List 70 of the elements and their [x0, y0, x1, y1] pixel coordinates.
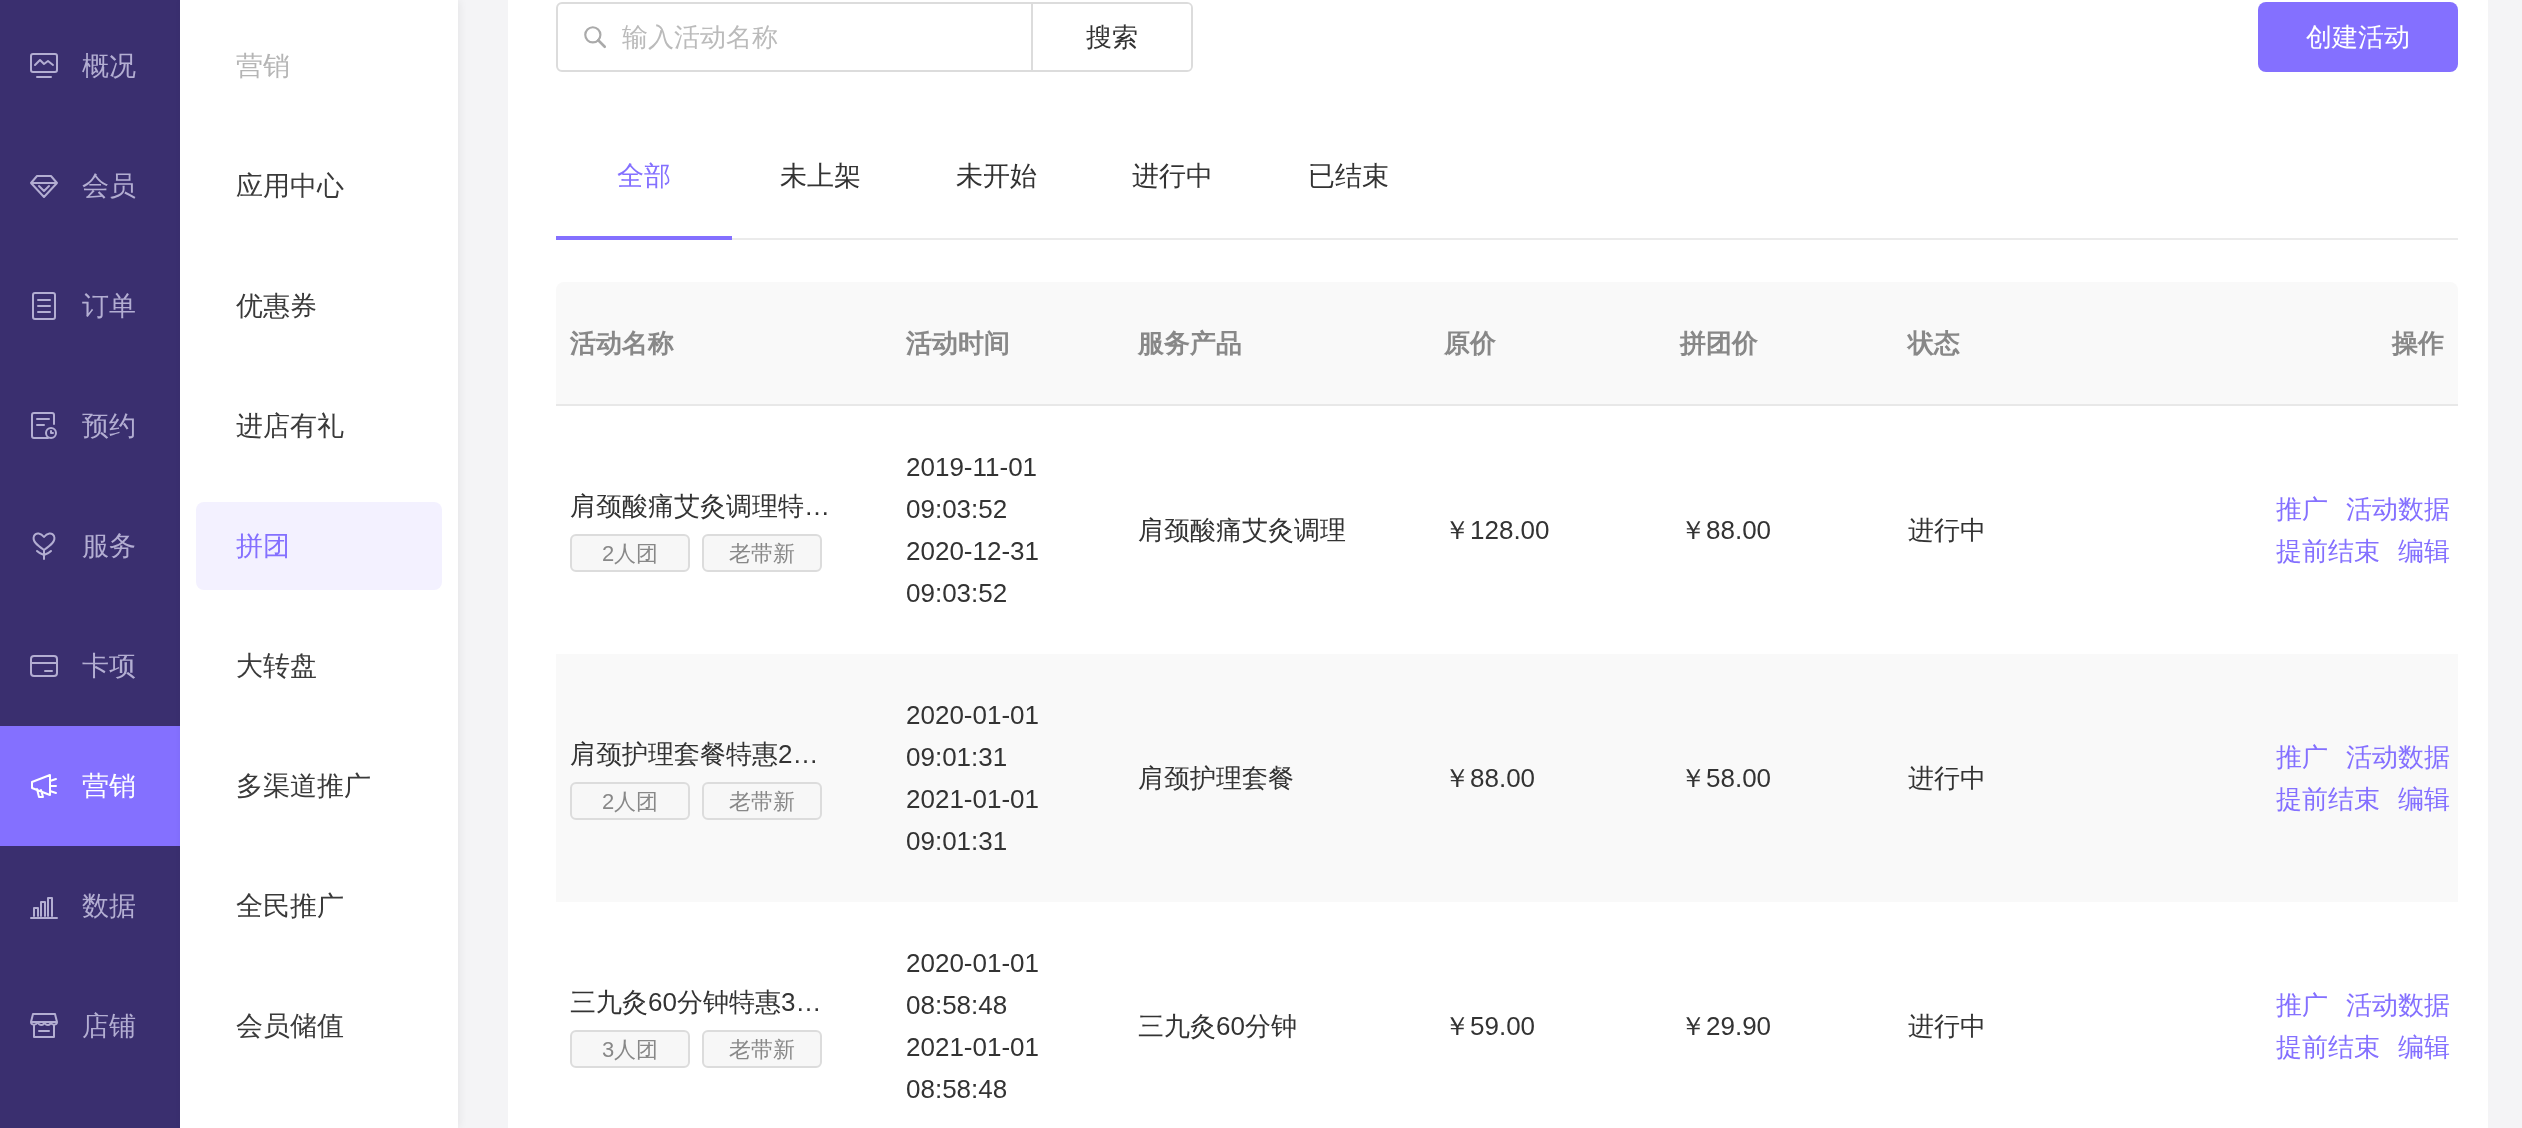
- action-link[interactable]: 编辑: [2398, 1026, 2450, 1068]
- activity-time: 2020-01-01 08:58:48 2021-01-01 08:58:48: [906, 947, 1040, 1106]
- tag: 2人团: [570, 533, 690, 572]
- tab[interactable]: 未上架: [732, 116, 908, 240]
- table-cell: ￥128.00: [1444, 514, 1550, 545]
- table-cell: ￥88.00: [1444, 762, 1536, 793]
- search-icon: [582, 24, 608, 50]
- table-cell: ￥88.00: [1680, 514, 1772, 545]
- tab[interactable]: 全部: [556, 116, 732, 240]
- tag: 老带新: [702, 533, 822, 572]
- action-link[interactable]: 编辑: [2398, 778, 2450, 820]
- activity-name: 肩颈酸痛艾灸调理特…: [570, 489, 831, 523]
- action-link[interactable]: 编辑: [2398, 530, 2450, 572]
- nav-item[interactable]: 服务: [0, 486, 180, 606]
- activity-name: 肩颈护理套餐特惠2…: [570, 737, 820, 771]
- action-link[interactable]: 活动数据: [2346, 984, 2450, 1026]
- status-text: 进行中: [1908, 1010, 1986, 1041]
- tab[interactable]: 已结束: [1260, 116, 1436, 240]
- tab[interactable]: 进行中: [1084, 116, 1260, 240]
- submenu-item[interactable]: 全民推广: [196, 862, 442, 950]
- activity-time: 2020-01-01 09:01:31 2021-01-01 09:01:31: [906, 699, 1040, 858]
- table-cell: 三九灸60分钟: [1138, 1010, 1297, 1041]
- nav-item[interactable]: 卡项: [0, 606, 180, 726]
- table-cell: 肩颈护理套餐: [1138, 762, 1294, 793]
- calendar-clock-icon: [28, 410, 60, 442]
- nav-item[interactable]: 会员: [0, 126, 180, 246]
- submenu-item[interactable]: 进店有礼: [196, 382, 442, 470]
- create-activity-button[interactable]: 创建活动: [2258, 2, 2458, 72]
- tag: 老带新: [702, 781, 822, 820]
- tag: 3人团: [570, 1029, 690, 1068]
- nav-item[interactable]: 概况: [0, 6, 180, 126]
- submenu-item[interactable]: 多渠道推广: [196, 742, 442, 830]
- submenu-item[interactable]: 优惠券: [196, 262, 442, 350]
- activity-time: 2019-11-01 09:03:52 2020-12-31 09:03:52: [906, 451, 1040, 610]
- table-cell: ￥29.90: [1680, 1010, 1772, 1041]
- action-link[interactable]: 活动数据: [2346, 736, 2450, 778]
- status-text: 进行中: [1908, 514, 1986, 545]
- tab[interactable]: 未开始: [908, 116, 1084, 240]
- action-link[interactable]: 提前结束: [2276, 778, 2380, 820]
- column-header: 原价: [1443, 326, 1497, 360]
- action-link[interactable]: 提前结束: [2276, 1026, 2380, 1068]
- submenu-item[interactable]: 应用中心: [196, 142, 442, 230]
- activity-name: 三九灸60分钟特惠3…: [570, 985, 823, 1019]
- section-heading: 营销: [235, 50, 291, 83]
- action-link[interactable]: 推广: [2276, 488, 2328, 530]
- column-header: 服务产品: [1136, 326, 1243, 360]
- table-cell: 肩颈酸痛艾灸调理: [1138, 514, 1346, 545]
- table-cell: ￥58.00: [1680, 762, 1772, 793]
- nav-item[interactable]: 营销: [0, 726, 180, 846]
- search-field[interactable]: 输入活动名称 搜索: [556, 2, 1193, 72]
- action-link[interactable]: 推广: [2276, 984, 2328, 1026]
- submenu-item[interactable]: 拼团: [196, 502, 442, 590]
- action-link[interactable]: 提前结束: [2276, 530, 2380, 572]
- column-header: 活动时间: [905, 326, 1011, 360]
- submenu-item[interactable]: 会员储值: [196, 982, 442, 1070]
- nav-item[interactable]: 店铺: [0, 966, 180, 1086]
- column-header: 拼团价: [1678, 326, 1759, 360]
- submenu-item[interactable]: 大转盘: [196, 622, 442, 710]
- nav-item[interactable]: 数据: [0, 846, 180, 966]
- tag: 2人团: [570, 781, 690, 820]
- nav-item[interactable]: 订单: [0, 246, 180, 366]
- column-header: 状态: [1906, 326, 1961, 360]
- nav-item[interactable]: 预约: [0, 366, 180, 486]
- column-header: 活动名称: [569, 326, 675, 360]
- action-link[interactable]: 推广: [2276, 736, 2328, 778]
- action-link[interactable]: 活动数据: [2346, 488, 2450, 530]
- table-cell: ￥59.00: [1444, 1010, 1536, 1041]
- status-text: 进行中: [1908, 762, 1986, 793]
- tag: 老带新: [702, 1029, 822, 1068]
- column-header: 操作: [2390, 326, 2445, 360]
